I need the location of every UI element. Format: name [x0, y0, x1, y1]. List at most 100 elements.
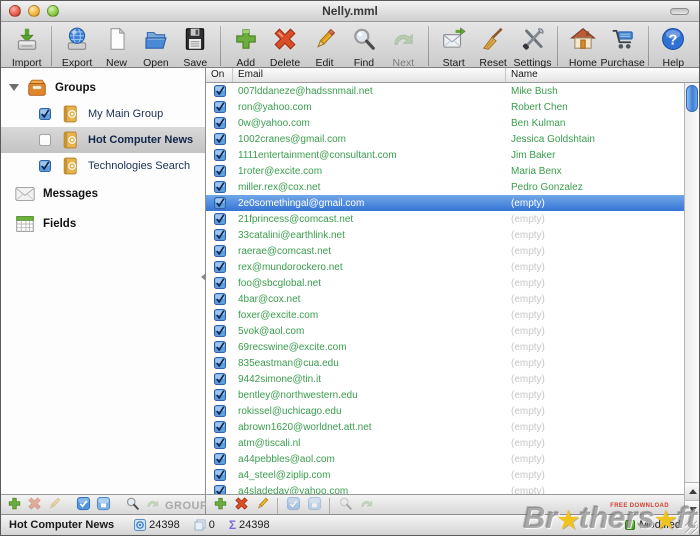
table-row[interactable]: 33catalini@earthlink.net (empty) — [206, 227, 684, 243]
table-row[interactable]: a4sladeday@yahoo.com (empty) — [206, 483, 684, 494]
toolbar-item-open[interactable]: Open — [136, 24, 175, 69]
vertical-scrollbar[interactable] — [684, 83, 699, 517]
toolbar-item-import[interactable]: Import — [7, 24, 46, 69]
table-row[interactable]: bentley@northwestern.edu (empty) — [206, 387, 684, 403]
table-row[interactable]: 9442simone@tin.it (empty) — [206, 371, 684, 387]
table-row[interactable]: 69recswine@excite.com (empty) — [206, 339, 684, 355]
toolbar-item-new[interactable]: New — [97, 24, 136, 69]
row-checkbox[interactable] — [213, 293, 226, 305]
table-row[interactable]: 835eastman@cua.edu (empty) — [206, 355, 684, 371]
table-row[interactable]: 4bar@cox.net (empty) — [206, 291, 684, 307]
table-row[interactable]: 007lddaneze@hadssnmail.net Mike Bush — [206, 83, 684, 99]
toolbar-toggle-button[interactable] — [670, 8, 689, 15]
row-checkbox[interactable] — [213, 181, 226, 193]
row-checkbox[interactable] — [213, 133, 226, 145]
table-row[interactable]: foo@sbcglobal.net (empty) — [206, 275, 684, 291]
column-header-name[interactable]: Name — [506, 68, 699, 82]
group-checkbox[interactable] — [39, 159, 52, 173]
email-table: 007lddaneze@hadssnmail.net Mike Bush ron… — [206, 83, 684, 494]
sidebar-item-messages[interactable]: Messages — [1, 179, 205, 209]
row-checkbox[interactable] — [213, 469, 226, 481]
row-checkbox[interactable] — [213, 341, 226, 353]
row-checkbox[interactable] — [213, 149, 226, 161]
table-row[interactable]: 1111entertainment@consultant.com Jim Bak… — [206, 147, 684, 163]
row-checkbox[interactable] — [213, 101, 226, 113]
row-checkbox[interactable] — [213, 437, 226, 449]
envelope-icon — [13, 183, 37, 205]
table-row[interactable]: 1002cranes@gmail.com Jessica Goldshtain — [206, 131, 684, 147]
disclosure-triangle-icon[interactable] — [9, 84, 19, 91]
sidebar-mini-find-button[interactable] — [125, 497, 140, 514]
table-row[interactable]: 21fprincess@comcast.net (empty) — [206, 211, 684, 227]
table-row[interactable]: a44pebbles@aol.com (empty) — [206, 451, 684, 467]
row-email: a44pebbles@aol.com — [238, 453, 335, 465]
row-checkbox[interactable] — [213, 325, 226, 337]
row-checkbox[interactable] — [213, 117, 226, 129]
table-row[interactable]: raerae@comcast.net (empty) — [206, 243, 684, 259]
sidebar-mini-save-button[interactable] — [96, 496, 111, 514]
row-checkbox[interactable] — [213, 373, 226, 385]
row-checkbox[interactable] — [213, 277, 226, 289]
toolbar-item-home[interactable]: Home — [563, 24, 602, 69]
toolbar-item-export[interactable]: Export — [57, 24, 96, 69]
row-checkbox[interactable] — [213, 485, 226, 494]
help-icon: ? — [659, 26, 687, 57]
toolbar-item-delete[interactable]: Delete — [265, 24, 304, 69]
row-checkbox[interactable] — [213, 453, 226, 465]
row-checkbox[interactable] — [213, 165, 226, 177]
sidebar-item-fields[interactable]: Fields — [1, 209, 205, 239]
table-mini-edit-button[interactable] — [254, 497, 270, 514]
table-row[interactable]: a4_steel@ziplip.com (empty) — [206, 467, 684, 483]
title-bar[interactable]: Nelly.mml — [1, 1, 699, 22]
table-row[interactable]: 0w@yahoo.com Ben Kulman — [206, 115, 684, 131]
sidebar-mini-add-button[interactable] — [7, 497, 22, 514]
row-email: foo@sbcglobal.net — [238, 277, 321, 289]
row-checkbox[interactable] — [213, 309, 226, 321]
sidebar-group-item[interactable]: Hot Computer News — [1, 127, 205, 153]
toolbar-item-find[interactable]: Find — [344, 24, 383, 69]
table-row[interactable]: miller.rex@cox.net Pedro Gonzalez — [206, 179, 684, 195]
row-checkbox[interactable] — [213, 405, 226, 417]
row-checkbox[interactable] — [213, 229, 226, 241]
row-email: 2e0somethingal@gmail.com — [238, 197, 365, 209]
scrollbar-thumb[interactable] — [686, 85, 698, 112]
resize-grip-icon[interactable] — [685, 521, 698, 534]
table-row[interactable]: rex@mundorockero.net (empty) — [206, 259, 684, 275]
table-row[interactable]: abrown1620@worldnet.att.net (empty) — [206, 419, 684, 435]
row-checkbox[interactable] — [213, 197, 226, 209]
table-row[interactable]: rokissel@uchicago.edu (empty) — [206, 403, 684, 419]
column-header-on[interactable]: On — [206, 68, 233, 82]
scroll-up-button[interactable] — [685, 483, 699, 500]
table-row[interactable]: 1roter@excite.com Maria Benx — [206, 163, 684, 179]
toolbar-item-help[interactable]: ? Help — [654, 24, 693, 69]
table-row[interactable]: 5vok@aol.com (empty) — [206, 323, 684, 339]
row-checkbox[interactable] — [213, 213, 226, 225]
sidebar-mini-check-button[interactable] — [76, 496, 91, 514]
toolbar-item-edit[interactable]: Edit — [305, 24, 344, 69]
row-checkbox[interactable] — [213, 85, 226, 97]
toolbar-item-purchase[interactable]: Purchase — [600, 24, 645, 69]
toolbar-separator — [557, 26, 559, 66]
row-checkbox[interactable] — [213, 261, 226, 273]
table-row[interactable]: atm@tiscali.nl (empty) — [206, 435, 684, 451]
sidebar-group-item[interactable]: Technologies Search — [1, 153, 205, 179]
table-row[interactable]: 2e0somethingal@gmail.com (empty) — [206, 195, 684, 211]
row-checkbox[interactable] — [213, 389, 226, 401]
column-header-email[interactable]: Email — [233, 68, 506, 82]
toolbar-item-save[interactable]: Save — [176, 24, 215, 69]
table-row[interactable]: ron@yahoo.com Robert Chen — [206, 99, 684, 115]
sidebar-group-item[interactable]: My Main Group — [1, 101, 205, 127]
sidebar-item-groups[interactable]: Groups — [1, 74, 205, 101]
row-checkbox[interactable] — [213, 357, 226, 369]
row-checkbox[interactable] — [213, 421, 226, 433]
group-checkbox[interactable] — [39, 107, 52, 121]
table-mini-delete-button[interactable] — [233, 496, 249, 514]
toolbar-item-start[interactable]: Start — [434, 24, 473, 69]
table-mini-add-button[interactable] — [212, 497, 228, 514]
toolbar-item-reset[interactable]: Reset — [473, 24, 512, 69]
row-checkbox[interactable] — [213, 245, 226, 257]
group-checkbox[interactable] — [39, 133, 52, 147]
table-row[interactable]: foxer@excite.com (empty) — [206, 307, 684, 323]
toolbar-item-add[interactable]: Add — [226, 24, 265, 69]
toolbar-item-settings[interactable]: Settings — [513, 24, 552, 69]
